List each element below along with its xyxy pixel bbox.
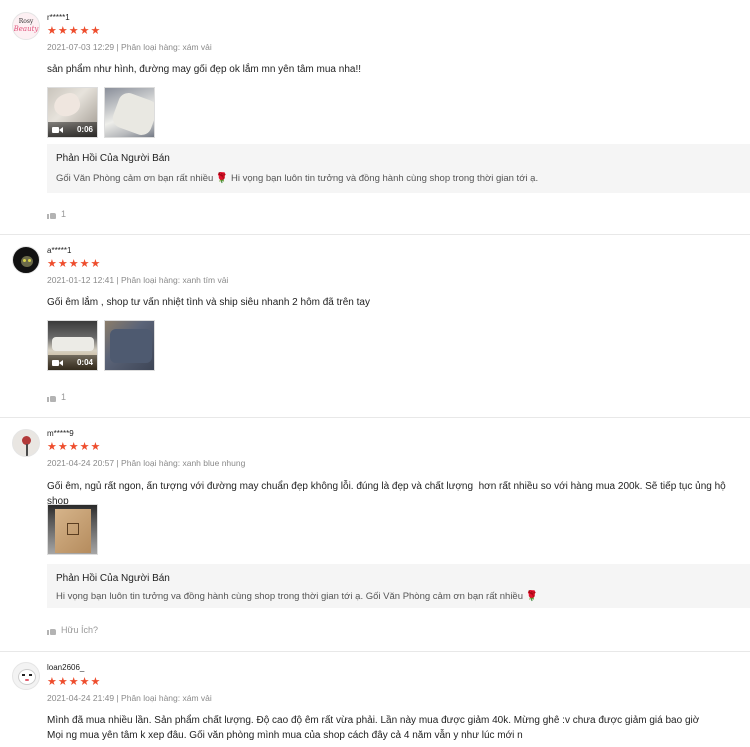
avatar-eye — [23, 259, 26, 262]
review-item: loan2606_ ★★★★★ 2021-04-24 21:49 | Phân … — [0, 652, 750, 747]
rose-icon: 🌹 — [215, 173, 229, 184]
seller-reply-title: Phản Hồi Của Người Bán — [56, 573, 170, 584]
seller-reply-text: Hi vọng bạn luôn tin tưởng va đồng hành … — [56, 590, 741, 604]
review-image-thumbnail[interactable] — [104, 87, 155, 138]
rose-icon: 🌹 — [525, 591, 539, 602]
video-camera-icon — [52, 359, 63, 367]
rating-stars: ★★★★★ — [47, 441, 102, 453]
thumbs-up-icon — [47, 626, 57, 635]
video-duration: 0:06 — [76, 125, 93, 134]
review-media: 0:06 — [47, 87, 155, 138]
helpful-label: Hữu Ích? — [61, 625, 99, 635]
seller-reply-text-part: Hi vọng bạn luôn tin tưởng va đồng hành … — [56, 591, 526, 602]
review-media — [47, 504, 98, 555]
review-video-thumbnail[interactable]: 0:06 — [47, 87, 98, 138]
avatar-logo-text: Rosy — [18, 18, 34, 25]
seller-reply-title: Phản Hồi Của Người Bán — [56, 153, 170, 164]
package-logo — [67, 523, 79, 535]
avatar[interactable] — [12, 246, 40, 274]
video-duration: 0:04 — [76, 358, 93, 367]
review-meta: 2021-04-24 20:57 | Phân loại hàng: xanh … — [47, 458, 246, 468]
pillow-shape — [110, 329, 152, 363]
video-bar: 0:06 — [48, 122, 97, 137]
review-text: Mình đã mua nhiều lần. Sản phẩm chất lượ… — [47, 715, 700, 741]
review-text: sản phẩm như hình, đường may gối đẹp ok … — [47, 64, 362, 75]
seller-reply: Phản Hồi Của Người Bán Hi vọng bạn luôn … — [47, 564, 750, 608]
review-meta: 2021-04-24 21:49 | Phân loại hàng: xám v… — [47, 693, 212, 703]
avatar-face — [18, 669, 36, 685]
review-item: m*****9 ★★★★★ 2021-04-24 20:57 | Phân lo… — [0, 418, 750, 652]
review-meta: 2021-01-12 12:41 | Phân loại hàng: xanh … — [47, 275, 229, 285]
avatar[interactable]: Rosy Beauty — [12, 12, 40, 40]
like-count: 1 — [61, 209, 67, 219]
rating-stars: ★★★★★ — [47, 676, 102, 688]
review-image-thumbnail[interactable] — [47, 504, 98, 555]
avatar[interactable] — [12, 429, 40, 457]
hand-shape — [51, 90, 83, 120]
video-bar: 0:04 — [48, 355, 97, 370]
like-button[interactable]: 1 — [47, 392, 66, 402]
avatar-mouth — [25, 679, 29, 681]
review-meta: 2021-07-03 12:29 | Phân loại hàng: xám v… — [47, 42, 212, 52]
reviewer-name: loan2606_ — [47, 663, 85, 672]
reviewer-name: a*****1 — [47, 246, 72, 255]
like-count: 1 — [61, 392, 67, 402]
reviewer-name: m*****9 — [47, 429, 74, 438]
like-button[interactable]: 1 — [47, 209, 66, 219]
avatar-eye — [22, 674, 25, 676]
pillow-shape — [110, 90, 154, 137]
review-text: Gối êm, ngủ rất ngon, ấn tượng với đường… — [47, 481, 729, 507]
avatar-eye — [28, 259, 31, 262]
seller-reply-text-part: Gối Văn Phòng cảm ơn bạn rất nhiều — [56, 173, 216, 184]
review-item: Rosy Beauty r*****1 ★★★★★ 2021-07-03 12:… — [0, 0, 750, 235]
review-item: a*****1 ★★★★★ 2021-01-12 12:41 | Phân lo… — [0, 235, 750, 418]
review-video-thumbnail[interactable]: 0:04 — [47, 320, 98, 371]
seller-reply-text: Gối Văn Phòng cảm ơn bạn rất nhiều 🌹 Hi … — [56, 172, 741, 186]
avatar[interactable] — [12, 662, 40, 690]
thumbs-up-icon — [47, 393, 57, 402]
reviewer-name: r*****1 — [47, 13, 70, 22]
review-text: Gối êm lắm , shop tư vấn nhiệt tình và s… — [47, 297, 370, 308]
video-camera-icon — [52, 126, 63, 134]
rating-stars: ★★★★★ — [47, 25, 102, 37]
pillow-shape — [52, 337, 94, 351]
thumbs-up-icon — [47, 210, 57, 219]
avatar-eye — [29, 674, 32, 676]
avatar-logo-text: Beauty — [13, 25, 39, 33]
seller-reply: Phản Hồi Của Người Bán Gối Văn Phòng cảm… — [47, 144, 750, 193]
rating-stars: ★★★★★ — [47, 258, 102, 270]
helpful-button[interactable]: Hữu Ích? — [47, 625, 98, 635]
review-media: 0:04 — [47, 320, 155, 371]
avatar-stem — [26, 444, 28, 456]
seller-reply-text-part: Hi vọng bạn luôn tin tưởng và đồng hành … — [228, 173, 539, 184]
review-image-thumbnail[interactable] — [104, 320, 155, 371]
